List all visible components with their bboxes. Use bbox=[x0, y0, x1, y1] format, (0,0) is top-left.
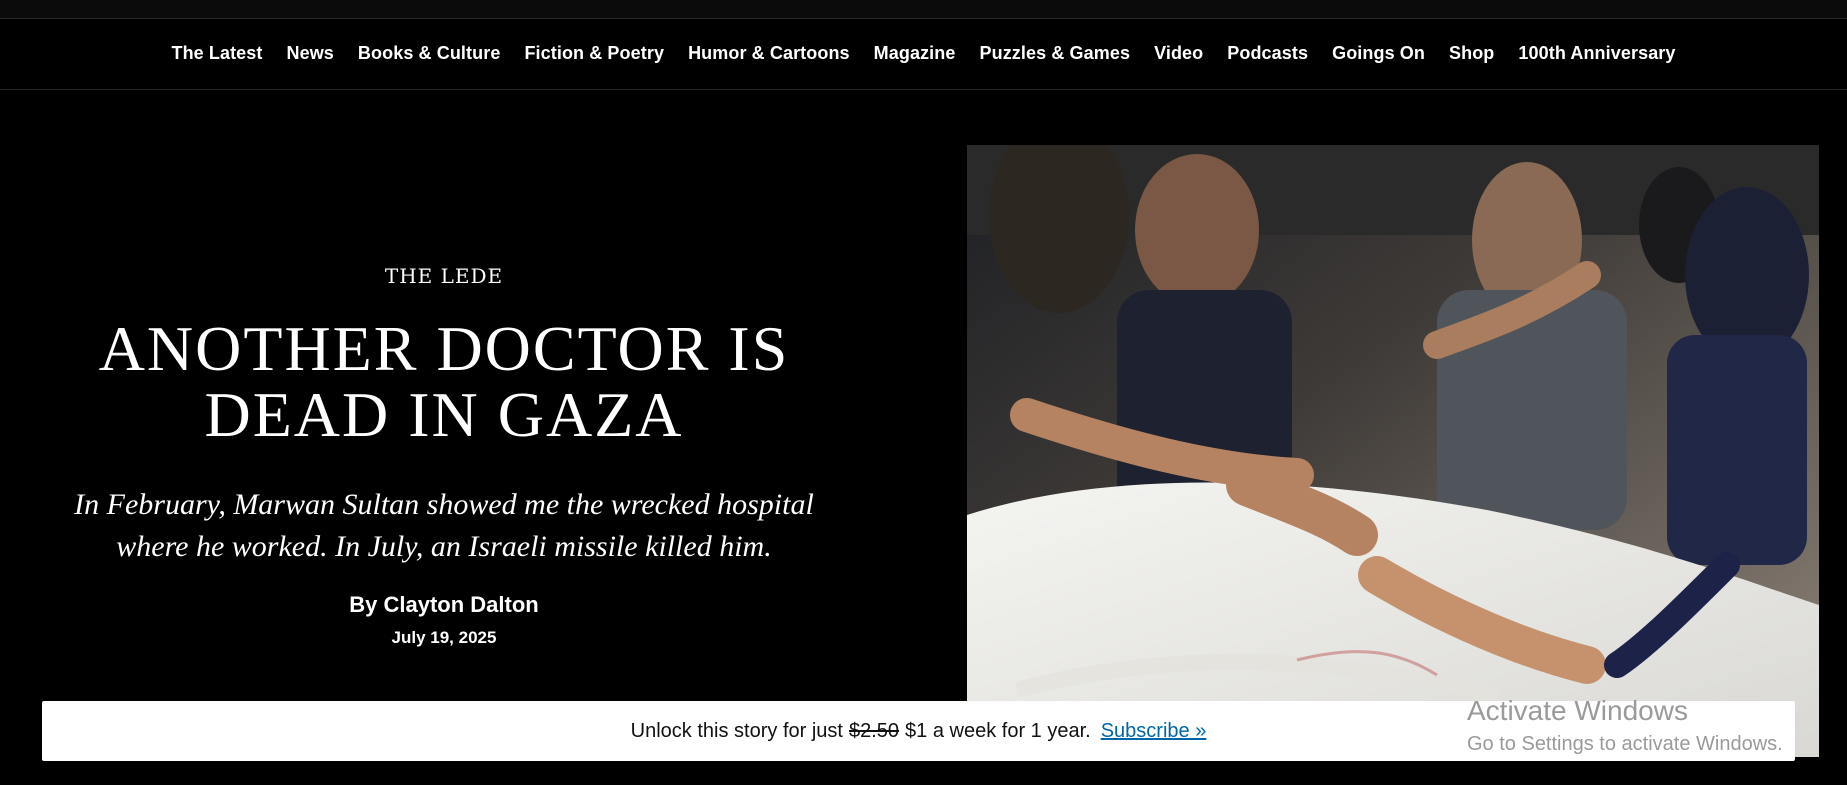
main-navigation: The Latest News Books & Culture Fiction … bbox=[0, 18, 1847, 90]
nav-item-puzzles-games[interactable]: Puzzles & Games bbox=[980, 43, 1131, 64]
nav-link-goings-on[interactable]: Goings On bbox=[1332, 43, 1425, 63]
article-dek: In February, Marwan Sultan showed me the… bbox=[74, 488, 814, 563]
article-date: July 19, 2025 bbox=[391, 628, 497, 647]
nav-item-video[interactable]: Video bbox=[1154, 43, 1203, 64]
top-strip bbox=[0, 0, 1847, 19]
nav-item-humor-cartoons[interactable]: Humor & Cartoons bbox=[688, 43, 850, 64]
nav-link-magazine[interactable]: Magazine bbox=[874, 43, 956, 63]
hero-image bbox=[967, 145, 1819, 757]
nav-item-100th-anniversary[interactable]: 100th Anniversary bbox=[1518, 43, 1675, 64]
nav-item-magazine[interactable]: Magazine bbox=[874, 43, 956, 64]
nav-link-news[interactable]: News bbox=[287, 43, 334, 63]
hero-illustration bbox=[967, 145, 1819, 757]
nav-link-fiction-poetry[interactable]: Fiction & Poetry bbox=[524, 43, 664, 63]
nav-list: The Latest News Books & Culture Fiction … bbox=[171, 43, 1675, 64]
paywall-banner: Unlock this story for just $2.50 $1 a we… bbox=[42, 701, 1795, 761]
nav-item-news[interactable]: News bbox=[287, 43, 334, 64]
subscribe-link[interactable]: Subscribe » bbox=[1101, 720, 1207, 743]
nav-link-podcasts[interactable]: Podcasts bbox=[1227, 43, 1308, 63]
nav-link-humor-cartoons[interactable]: Humor & Cartoons bbox=[688, 43, 850, 63]
page: The Latest News Books & Culture Fiction … bbox=[0, 0, 1847, 785]
nav-item-fiction-poetry[interactable]: Fiction & Poetry bbox=[524, 43, 664, 64]
paywall-old-price: $2.50 bbox=[848, 719, 900, 742]
nav-link-shop[interactable]: Shop bbox=[1449, 43, 1494, 63]
nav-link-the-latest[interactable]: The Latest bbox=[171, 43, 262, 63]
nav-item-the-latest[interactable]: The Latest bbox=[171, 43, 262, 64]
article-byline[interactable]: By Clayton Dalton bbox=[0, 592, 888, 618]
nav-link-video[interactable]: Video bbox=[1154, 43, 1203, 63]
paywall-text: Unlock this story for just bbox=[630, 719, 843, 742]
article-headline: ANOTHER DOCTOR IS DEAD IN GAZA bbox=[98, 313, 790, 450]
nav-link-puzzles-games[interactable]: Puzzles & Games bbox=[980, 43, 1131, 63]
nav-item-shop[interactable]: Shop bbox=[1449, 43, 1494, 64]
nav-item-podcasts[interactable]: Podcasts bbox=[1227, 43, 1308, 64]
nav-link-100th-anniversary[interactable]: 100th Anniversary bbox=[1518, 43, 1675, 63]
article-header: THE LEDE ANOTHER DOCTOR IS DEAD IN GAZA … bbox=[0, 90, 888, 690]
nav-item-books-culture[interactable]: Books & Culture bbox=[358, 43, 501, 64]
paywall-new-price: $1 a week for 1 year. bbox=[905, 719, 1091, 742]
nav-link-books-culture[interactable]: Books & Culture bbox=[358, 43, 501, 63]
nav-item-goings-on[interactable]: Goings On bbox=[1332, 43, 1425, 64]
article-rubric[interactable]: THE LEDE bbox=[0, 264, 888, 288]
